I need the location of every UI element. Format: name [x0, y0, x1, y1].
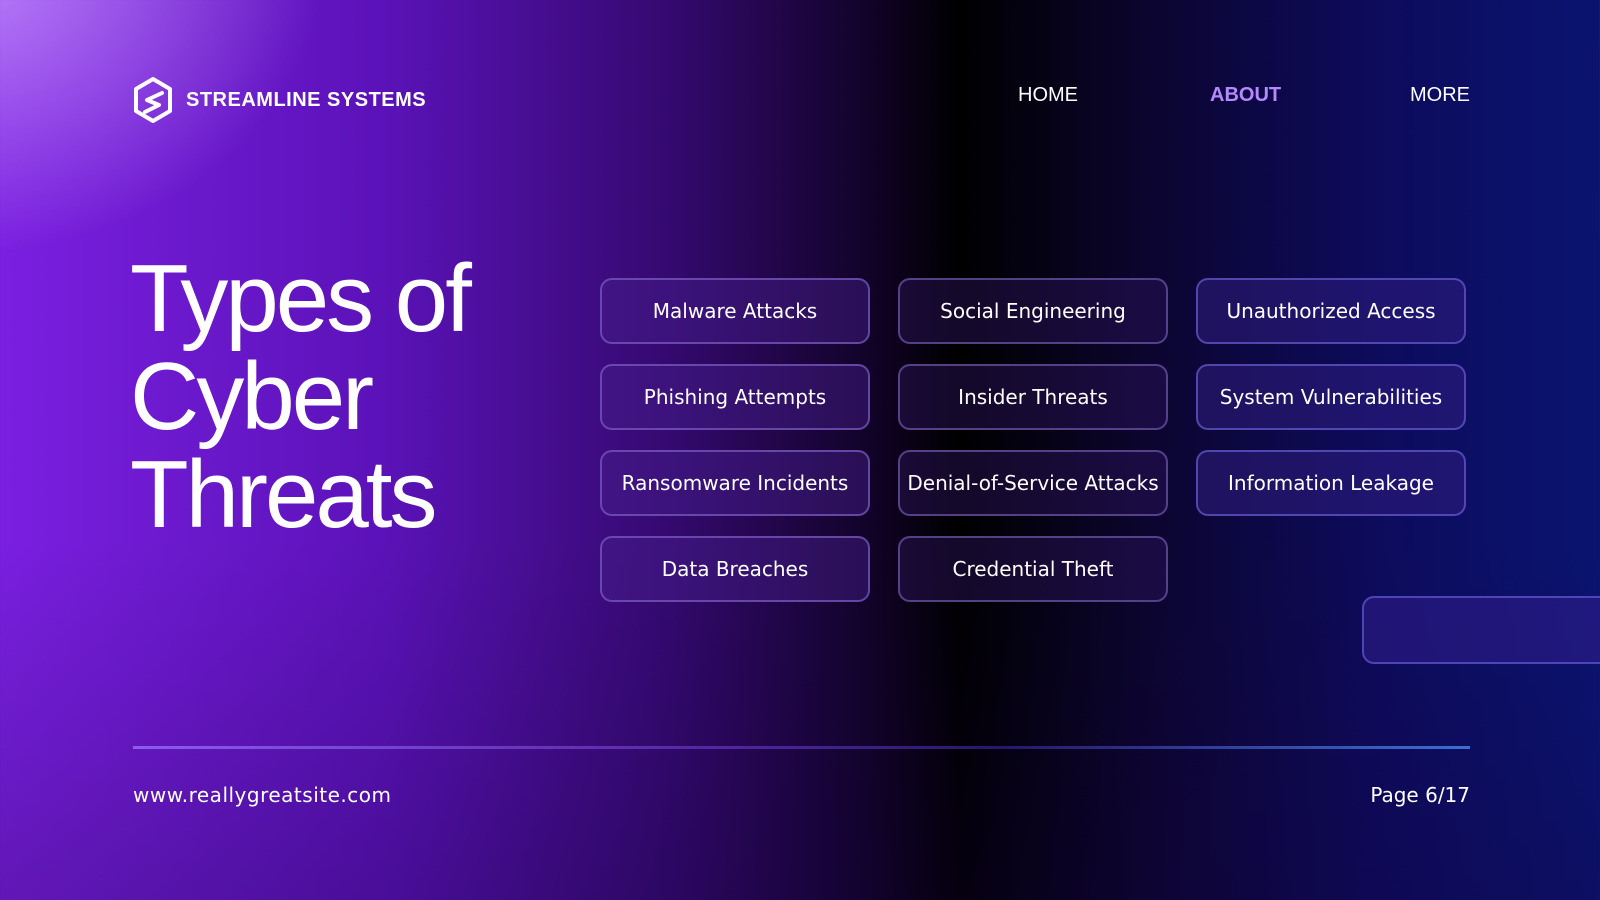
- threat-pill-insider-threats[interactable]: Insider Threats: [898, 364, 1168, 430]
- threat-pill-credential-theft[interactable]: Credential Theft: [898, 536, 1168, 602]
- nav-more[interactable]: MORE: [1410, 84, 1470, 107]
- footer-website-link[interactable]: www.reallygreatsite.com: [133, 783, 391, 807]
- threat-pill-unauthorized-access[interactable]: Unauthorized Access: [1196, 278, 1466, 344]
- hexagon-s-logo-icon: [132, 76, 174, 124]
- page-number: Page 6/17: [1370, 783, 1470, 807]
- brand[interactable]: STREAMLINE SYSTEMS: [132, 76, 426, 124]
- title-line-3: Threats: [130, 441, 437, 548]
- nav-home[interactable]: HOME: [1018, 84, 1078, 107]
- footer-divider: [133, 746, 1470, 749]
- nav-about[interactable]: ABOUT: [1210, 84, 1281, 107]
- threat-pill-malware-attacks[interactable]: Malware Attacks: [600, 278, 870, 344]
- page-title: Types of Cyber Threats: [130, 245, 472, 548]
- title-line-1: Types of: [130, 245, 472, 352]
- threat-pill-system-vulnerabilities[interactable]: System Vulnerabilities: [1196, 364, 1466, 430]
- threat-pill-phishing-attempts[interactable]: Phishing Attempts: [600, 364, 870, 430]
- threat-pill-social-engineering[interactable]: Social Engineering: [898, 278, 1168, 344]
- threat-pill-denial-of-service-attacks[interactable]: Denial-of-Service Attacks: [898, 450, 1168, 516]
- brand-name: STREAMLINE SYSTEMS: [186, 88, 427, 111]
- decorative-box: [1362, 596, 1600, 664]
- threat-pill-ransomware-incidents[interactable]: Ransomware Incidents: [600, 450, 870, 516]
- threat-pill-information-leakage[interactable]: Information Leakage: [1196, 450, 1466, 516]
- title-line-2: Cyber: [130, 343, 374, 450]
- threat-pill-data-breaches[interactable]: Data Breaches: [600, 536, 870, 602]
